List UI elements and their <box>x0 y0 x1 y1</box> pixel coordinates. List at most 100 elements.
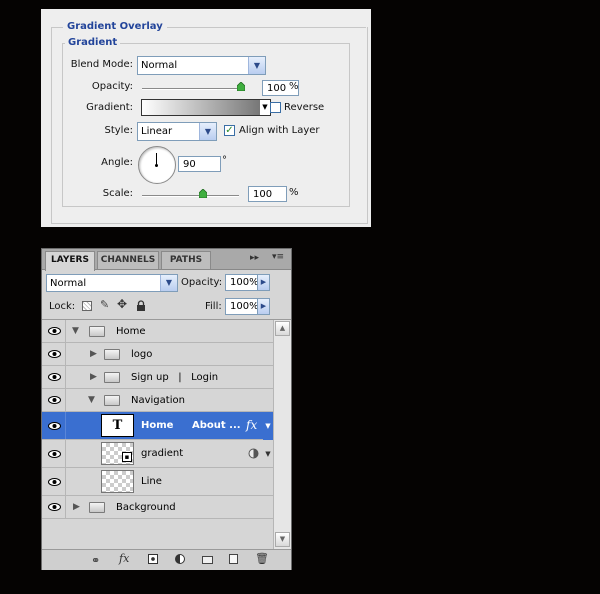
scale-unit: % <box>289 187 299 198</box>
layer-name: logo <box>131 349 153 360</box>
layer-row-gradient[interactable]: ▪ gradient <box>42 440 273 468</box>
style-label: Style: <box>104 125 134 136</box>
chevron-down-icon: ▼ <box>160 275 177 291</box>
layers-panel: LAYERS CHANNELS PATHS ▸▸ ▾≡ Normal ▼ Opa… <box>41 248 292 570</box>
visibility-toggle[interactable] <box>42 389 66 411</box>
layers-bottom-toolbar: ⚭ fx 🗑 <box>42 549 291 570</box>
folder-icon <box>104 372 120 383</box>
mask-icon[interactable] <box>148 554 158 564</box>
eye-icon <box>48 373 61 381</box>
eye-icon <box>48 350 61 358</box>
reverse-label: Reverse <box>284 102 325 113</box>
layer-row-line[interactable]: Line <box>42 468 273 496</box>
panel-tab-bar: LAYERS CHANNELS PATHS ▸▸ ▾≡ <box>42 249 291 271</box>
layer-row-signup-group[interactable]: ▶ Sign up | Login <box>42 366 273 389</box>
eye-icon <box>48 503 61 511</box>
collapsed-triangle-icon[interactable]: ▶ <box>73 502 80 512</box>
scale-input[interactable]: 100 <box>248 186 287 202</box>
eye-icon <box>48 422 61 430</box>
visibility-toggle[interactable] <box>42 440 66 467</box>
gradient-group-title: Gradient <box>65 37 121 48</box>
link-icon[interactable]: ⚭ <box>91 554 100 567</box>
trash-icon[interactable]: 🗑 <box>255 552 269 565</box>
layer-row-logo-group[interactable]: ▶ logo <box>42 343 273 366</box>
layer-name: Navigation <box>131 395 185 406</box>
collapse-panel-icon[interactable]: ▸▸ <box>250 253 259 263</box>
scroll-down-arrow-icon[interactable]: ▼ <box>275 532 290 547</box>
layers-scrollbar[interactable]: ▲ ▼ <box>273 320 291 550</box>
opacity-slider-track[interactable] <box>142 88 243 90</box>
lock-transparency-icon[interactable] <box>82 301 92 311</box>
visibility-toggle[interactable] <box>42 412 66 439</box>
eye-icon <box>48 327 61 335</box>
effects-expand-icon[interactable]: ▼ <box>263 440 273 468</box>
expand-triangle-icon[interactable]: ▼ <box>72 326 79 336</box>
blend-mode-select[interactable]: Normal ▼ <box>137 56 266 75</box>
fx-icon[interactable]: fx <box>119 552 129 565</box>
layer-thumbnail <box>101 470 134 493</box>
opacity-label: Opacity: <box>91 81 133 92</box>
fill-flyout-arrow-icon[interactable]: ▶ <box>257 298 270 315</box>
visibility-toggle[interactable] <box>42 366 66 388</box>
panel-menu-icon[interactable]: ▾≡ <box>272 252 284 262</box>
scale-slider-track[interactable] <box>142 195 239 197</box>
angle-dial[interactable] <box>138 146 176 184</box>
scale-slider-thumb[interactable] <box>199 189 207 198</box>
new-layer-icon[interactable] <box>229 554 238 564</box>
opacity-slider-thumb[interactable] <box>237 82 245 91</box>
folder-icon <box>89 502 105 513</box>
collapsed-triangle-icon[interactable]: ▶ <box>90 372 97 382</box>
blend-mode-label: Blend Mode: <box>70 59 133 70</box>
chevron-down-icon: ▼ <box>199 123 216 140</box>
folder-icon <box>104 349 120 360</box>
layer-name: Line <box>141 476 162 487</box>
chevron-down-icon: ▼ <box>248 57 265 74</box>
align-with-layer-label: Align with Layer <box>239 125 320 136</box>
layer-name: Background <box>116 502 176 513</box>
lock-all-icon[interactable] <box>136 300 146 311</box>
layer-name: Home <box>141 420 174 431</box>
layer-name: Sign up | Login <box>131 372 219 383</box>
visibility-toggle[interactable] <box>42 320 66 342</box>
scale-label: Scale: <box>102 188 133 199</box>
fx-icon[interactable]: fx <box>246 418 257 432</box>
layer-blend-mode-select[interactable]: Normal ▼ <box>46 274 178 292</box>
lock-position-move-icon[interactable]: ✥ <box>117 297 127 311</box>
angle-label: Angle: <box>101 157 133 168</box>
text-layer-thumbnail: T <box>101 414 134 437</box>
layer-row-navigation-group[interactable]: ▼ Navigation <box>42 389 273 412</box>
layer-row-home-text[interactable]: T Home About ... fx <box>42 412 273 440</box>
tab-channels[interactable]: CHANNELS <box>97 251 159 269</box>
opacity-unit: % <box>289 81 299 92</box>
layer-row-background-group[interactable]: ▶ Background <box>42 496 273 519</box>
layer-name: gradient <box>141 448 184 459</box>
layer-style-effect-icon[interactable] <box>248 448 259 459</box>
angle-dial-center <box>155 164 158 167</box>
style-select[interactable]: Linear ▼ <box>137 122 217 141</box>
scroll-up-arrow-icon[interactable]: ▲ <box>275 321 290 336</box>
fill-label: Fill: <box>205 301 222 312</box>
expand-triangle-icon[interactable]: ▼ <box>88 395 95 405</box>
angle-input[interactable]: 90 <box>178 156 221 172</box>
style-value: Linear <box>141 126 173 137</box>
dialog-title: Gradient Overlay <box>63 21 167 32</box>
gradient-overlay-dialog: Gradient Overlay Gradient Blend Mode: No… <box>41 9 371 227</box>
reverse-checkbox[interactable] <box>270 102 281 113</box>
adjustment-icon[interactable] <box>175 554 185 564</box>
tab-paths[interactable]: PATHS <box>161 251 211 269</box>
tab-layers[interactable]: LAYERS <box>45 251 95 271</box>
gradient-preview[interactable] <box>141 99 261 116</box>
layer-name: Home <box>116 326 146 337</box>
collapsed-triangle-icon[interactable]: ▶ <box>90 349 97 359</box>
opacity-flyout-arrow-icon[interactable]: ▶ <box>257 274 270 291</box>
layer-row-home-group[interactable]: ▼ Home <box>42 320 273 343</box>
lock-image-brush-icon[interactable]: ✎ <box>100 298 109 311</box>
visibility-toggle[interactable] <box>42 343 66 365</box>
layer-name-continued: About ... <box>192 420 241 431</box>
effects-expand-icon[interactable]: ▼ <box>263 412 273 440</box>
visibility-toggle[interactable] <box>42 468 66 495</box>
align-with-layer-checkbox[interactable]: ✓ <box>224 125 235 136</box>
eye-icon <box>48 396 61 404</box>
visibility-toggle[interactable] <box>42 496 66 518</box>
new-group-folder-icon[interactable] <box>202 556 213 564</box>
